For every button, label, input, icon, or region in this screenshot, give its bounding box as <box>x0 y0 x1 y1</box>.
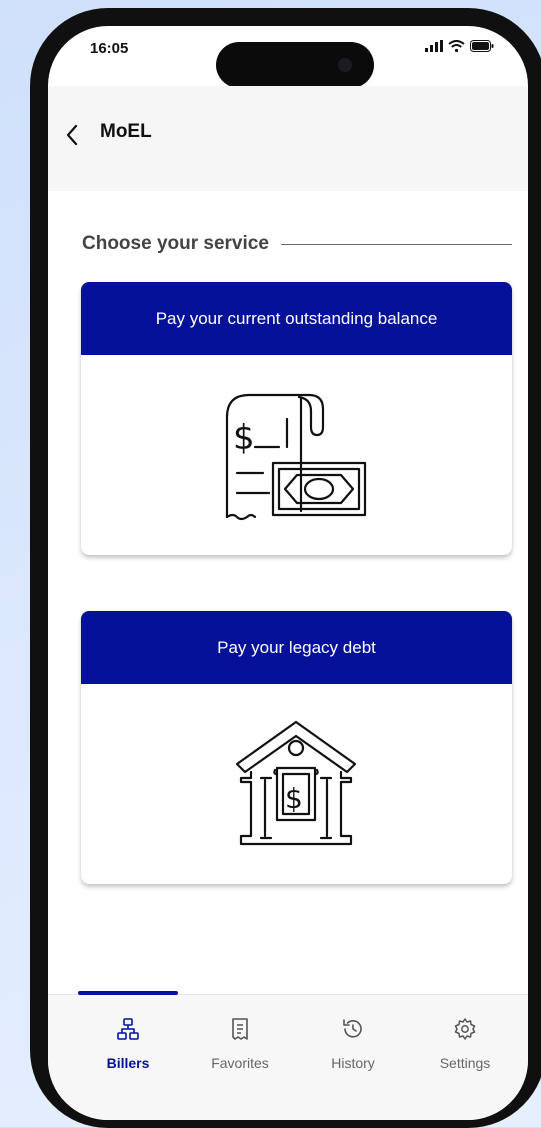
bottom-tab-bar: Billers Favorites History Settings <box>48 991 528 1120</box>
service-card-outstanding-balance[interactable]: Pay your current outstanding balance $ <box>81 282 512 555</box>
app-screen: 16:05 MoEL Choose your service Pay your … <box>48 26 528 1120</box>
camera-icon <box>338 58 352 72</box>
tab-label: History <box>331 1055 375 1071</box>
active-tab-indicator <box>78 991 178 995</box>
status-time: 16:05 <box>90 40 129 57</box>
receipt-icon <box>232 1018 248 1040</box>
status-bar: 16:05 <box>48 26 528 88</box>
section-header: Choose your service <box>82 233 512 255</box>
section-title: Choose your service <box>82 233 269 254</box>
svg-text:$: $ <box>233 418 255 458</box>
status-icons <box>425 40 494 52</box>
tab-history[interactable]: History <box>298 1017 408 1071</box>
history-icon <box>343 1019 362 1038</box>
gear-icon <box>454 1018 476 1040</box>
receipt-money-icon: $ <box>225 393 367 521</box>
card-illustration: $ <box>81 684 512 884</box>
card-title: Pay your current outstanding balance <box>81 282 512 355</box>
tab-label: Favorites <box>211 1055 269 1071</box>
service-card-legacy-debt[interactable]: Pay your legacy debt $ <box>81 611 512 884</box>
section-divider <box>280 243 512 245</box>
bank-dollar-icon: $ <box>235 720 357 846</box>
tab-settings[interactable]: Settings <box>410 1017 520 1071</box>
back-arrow-icon[interactable] <box>60 122 86 148</box>
svg-text:$: $ <box>285 782 303 815</box>
tab-label: Billers <box>106 1055 150 1071</box>
tab-label: Settings <box>439 1055 491 1071</box>
card-illustration: $ <box>81 355 512 555</box>
signal-icon <box>425 40 443 52</box>
sitemap-icon <box>117 1018 139 1040</box>
wifi-icon <box>448 40 465 52</box>
dynamic-island <box>216 42 374 88</box>
tab-billers[interactable]: Billers <box>73 1017 183 1071</box>
page-title: MoEL <box>100 121 152 142</box>
card-title: Pay your legacy debt <box>81 611 512 684</box>
app-header: MoEL <box>48 86 528 191</box>
battery-icon <box>470 40 494 52</box>
tab-favorites[interactable]: Favorites <box>185 1017 295 1071</box>
